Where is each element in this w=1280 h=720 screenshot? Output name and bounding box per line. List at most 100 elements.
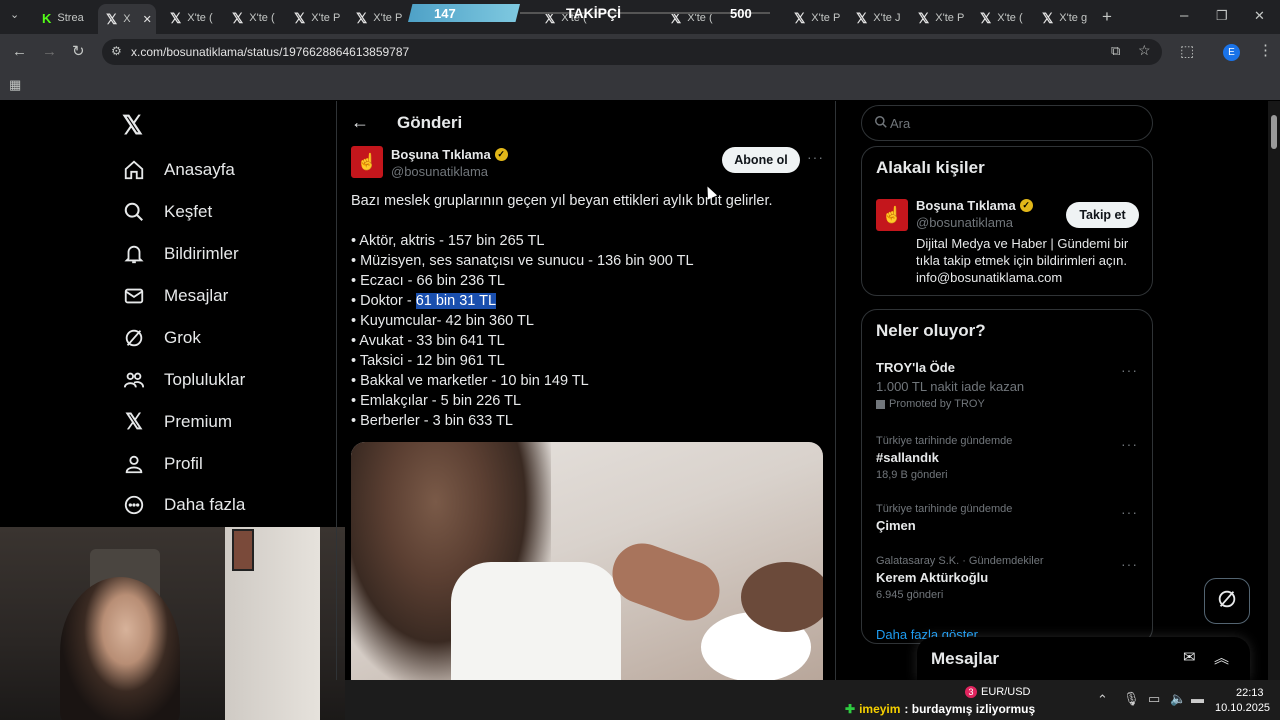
reload-icon[interactable]: ↻ xyxy=(72,44,85,59)
nav-item-communities[interactable]: Topluluklar xyxy=(122,366,245,394)
microphone-icon[interactable]: 🎙 xyxy=(1123,691,1140,707)
chevron-up-icon[interactable]: ⌃ xyxy=(1097,692,1108,708)
battery-icon[interactable]: ▬ xyxy=(1191,691,1204,706)
tab-search-icon[interactable]: ⌄ xyxy=(10,10,19,21)
trend-item[interactable]: TROY'la Öde 1.000 TL nakit iade kazan Pr… xyxy=(876,360,1146,410)
nav-item-messages[interactable]: Mesajlar xyxy=(122,282,228,310)
browser-tab[interactable]: 𝕏 X'te P xyxy=(286,6,344,30)
author-handle[interactable]: @bosunatiklama xyxy=(391,164,488,179)
taskbar: ✚ imeyim : burdaymış izliyormuş 3 EUR/US… xyxy=(345,680,1280,720)
x-logo-icon[interactable]: 𝕏 xyxy=(122,110,143,141)
person-icon xyxy=(122,452,146,476)
new-message-icon[interactable]: ✉ xyxy=(1183,648,1196,666)
main-column: ← Gönderi ☝ Boşuna Tıklama ✓ @bosunatikl… xyxy=(336,101,836,682)
messages-drawer[interactable]: Mesajlar ✉ ︽ xyxy=(917,637,1250,680)
browser-tab[interactable]: 𝕏 X'te ( xyxy=(162,6,220,30)
trend-item[interactable]: Türkiye tarihinde gündemde #sallandık 18… xyxy=(876,435,1146,481)
apps-grid-icon[interactable]: ▦ xyxy=(9,78,21,91)
clock-date[interactable]: 10.10.2025 xyxy=(1215,702,1270,714)
chat-text: : burdaymış izliyormuş xyxy=(904,702,1036,716)
grok-icon xyxy=(122,326,146,350)
nav-item-more[interactable]: Daha fazla xyxy=(122,491,245,519)
site-info-icon[interactable]: ⚙ xyxy=(111,44,122,58)
goal-current-count: 147 xyxy=(434,6,456,21)
address-bar[interactable]: ⚙ x.com/bosunatiklama/status/19766288646… xyxy=(102,39,1162,65)
promoted-icon xyxy=(876,399,885,409)
nav-item-premium[interactable]: 𝕏 Premium xyxy=(122,408,232,436)
search-icon xyxy=(122,200,146,224)
browser-tab[interactable]: 𝕏 X'te ( xyxy=(224,6,282,30)
related-name[interactable]: Boşuna Tıklama ✓ xyxy=(916,198,1033,213)
more-options-icon[interactable]: ··· xyxy=(807,149,824,165)
menu-kebab-icon[interactable]: ⋮ xyxy=(1258,43,1273,58)
new-tab-icon[interactable]: + xyxy=(1102,8,1112,25)
grok-floating-button[interactable] xyxy=(1204,578,1250,624)
clock-time[interactable]: 22:13 xyxy=(1236,687,1264,699)
more-options-icon[interactable]: ··· xyxy=(1121,556,1138,572)
related-title: Alakalı kişiler xyxy=(876,158,985,177)
x-logo-icon: 𝕏 xyxy=(356,9,368,26)
currency-widget[interactable]: 3 EUR/USD xyxy=(965,686,1031,698)
browser-tab[interactable]: 𝕏 X'te g xyxy=(1034,6,1092,30)
related-handle[interactable]: @bosunatiklama xyxy=(916,215,1013,230)
tweet-image[interactable] xyxy=(351,442,823,682)
back-arrow-icon[interactable]: ← xyxy=(12,44,27,59)
selected-text[interactable]: 61 bin 31 TL xyxy=(415,293,497,309)
search-input[interactable]: Ara xyxy=(861,105,1153,141)
x-logo-icon: 𝕏 xyxy=(232,9,244,26)
install-app-icon[interactable]: ⧉ xyxy=(1111,43,1120,59)
browser-tab[interactable]: K Strea xyxy=(34,6,96,30)
author-name[interactable]: Boşuna Tıklama ✓ xyxy=(391,147,508,162)
trend-item[interactable]: Galatasaray S.K. · Gündemdekiler Kerem A… xyxy=(876,555,1146,601)
tweet-line-doctor: • Doktor - 61 bin 31 TL xyxy=(351,293,497,309)
trend-item[interactable]: Türkiye tarihinde gündemde Çimen xyxy=(876,503,1146,533)
forward-arrow-icon[interactable]: → xyxy=(42,44,57,59)
related-bio: Dijital Medya ve Haber | Gündemi bir tık… xyxy=(916,236,1129,285)
nav-item-home[interactable]: Anasayfa xyxy=(122,156,235,184)
scrollbar-thumb[interactable] xyxy=(1271,115,1277,149)
url-text[interactable]: x.com/bosunatiklama/status/1976628864613… xyxy=(131,45,409,59)
nav-item-profile[interactable]: Profil xyxy=(122,450,203,478)
volume-icon[interactable]: 🔈 xyxy=(1170,691,1186,707)
grok-icon xyxy=(1216,588,1238,615)
goal-label: TAKİPÇİ xyxy=(566,5,621,21)
browser-tab-active[interactable]: 𝕏 X ✕ xyxy=(98,4,156,34)
tweet-line: • Müzisyen, ses sanatçısı ve sunucu - 13… xyxy=(351,253,694,269)
close-icon[interactable]: ✕ xyxy=(143,13,152,26)
browser-tab[interactable]: 𝕏 X'te P xyxy=(348,6,406,30)
window-close-icon[interactable]: ✕ xyxy=(1254,9,1265,22)
follow-button[interactable]: Takip et xyxy=(1066,202,1139,228)
browser-toolbar: ← → ↻ ⚙ x.com/bosunatiklama/status/19766… xyxy=(0,34,1280,70)
author-avatar[interactable]: ☝ xyxy=(351,146,383,178)
bookmark-star-icon[interactable]: ☆ xyxy=(1138,42,1151,59)
restore-icon[interactable]: ❐ xyxy=(1216,9,1228,22)
browser-tab[interactable]: 𝕏 X'te J xyxy=(848,6,906,30)
network-icon[interactable]: ▭ xyxy=(1148,691,1160,707)
extensions-icon[interactable]: ⬚ xyxy=(1180,44,1194,59)
back-arrow-icon[interactable]: ← xyxy=(351,112,369,133)
mail-icon xyxy=(122,284,146,308)
scrollbar[interactable] xyxy=(1268,101,1280,680)
currency-badge: 3 xyxy=(965,686,977,698)
chat-plus-icon: ✚ xyxy=(845,702,856,716)
more-options-icon[interactable]: ··· xyxy=(1121,504,1138,520)
browser-tab[interactable]: 𝕏 X'te ( xyxy=(972,6,1030,30)
nav-item-explore[interactable]: Keşfet xyxy=(122,198,212,226)
communities-icon xyxy=(122,368,146,392)
minimize-icon[interactable]: – xyxy=(1180,8,1188,23)
expand-chevron-icon[interactable]: ︽ xyxy=(1214,647,1229,668)
webcam-person xyxy=(60,577,180,720)
subscribe-button[interactable]: Abone ol xyxy=(722,147,800,173)
browser-tab[interactable]: 𝕏 X'te P xyxy=(786,6,844,30)
nav-item-notifications[interactable]: Bildirimler xyxy=(122,240,239,268)
profile-avatar[interactable]: E xyxy=(1223,44,1240,61)
more-options-icon[interactable]: ··· xyxy=(1121,362,1138,378)
webcam-overlay xyxy=(0,527,345,720)
browser-tab[interactable]: 𝕏 X'te P xyxy=(910,6,968,30)
search-icon xyxy=(874,115,888,134)
goal-target-count: 500 xyxy=(730,6,752,21)
tweet-body: Bazı meslek gruplarının geçen yıl beyan … xyxy=(351,191,821,431)
nav-item-grok[interactable]: Grok xyxy=(122,324,201,352)
more-options-icon[interactable]: ··· xyxy=(1121,436,1138,452)
related-avatar[interactable]: ☝ xyxy=(876,199,908,231)
